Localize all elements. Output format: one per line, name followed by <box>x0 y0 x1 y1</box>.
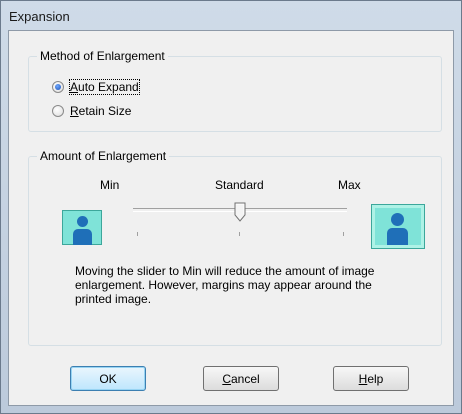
slider-tick-max <box>343 232 344 236</box>
window-title: Expansion <box>9 9 70 24</box>
retain-size-radio[interactable]: Retain Size <box>52 102 131 120</box>
retain-size-label: Retain Size <box>70 104 132 118</box>
slider-tick-min <box>137 232 138 236</box>
auto-expand-radio[interactable]: Auto Expand <box>52 78 140 96</box>
slider-standard-label: Standard <box>215 178 264 192</box>
max-size-image-icon <box>371 204 425 249</box>
enlargement-slider-thumb[interactable] <box>234 202 246 222</box>
method-group-legend: Method of Enlargement <box>37 49 168 63</box>
help-button[interactable]: Help <box>333 366 409 391</box>
min-size-image-icon <box>62 210 102 245</box>
ok-button[interactable]: OK <box>70 366 146 391</box>
cancel-button-label: Cancel <box>222 371 260 386</box>
slider-min-label: Min <box>100 178 120 192</box>
radio-unselected-icon <box>52 105 64 117</box>
help-button-label: Help <box>358 371 384 386</box>
slider-max-label: Max <box>338 178 361 192</box>
slider-description: Moving the slider to Min will reduce the… <box>75 264 375 306</box>
slider-tick-standard <box>239 232 240 236</box>
radio-selected-icon <box>52 81 64 93</box>
amount-group-legend: Amount of Enlargement <box>37 149 170 163</box>
auto-expand-label: Auto Expand <box>69 79 140 95</box>
ok-button-label: OK <box>99 371 117 386</box>
cancel-button[interactable]: Cancel <box>203 366 279 391</box>
